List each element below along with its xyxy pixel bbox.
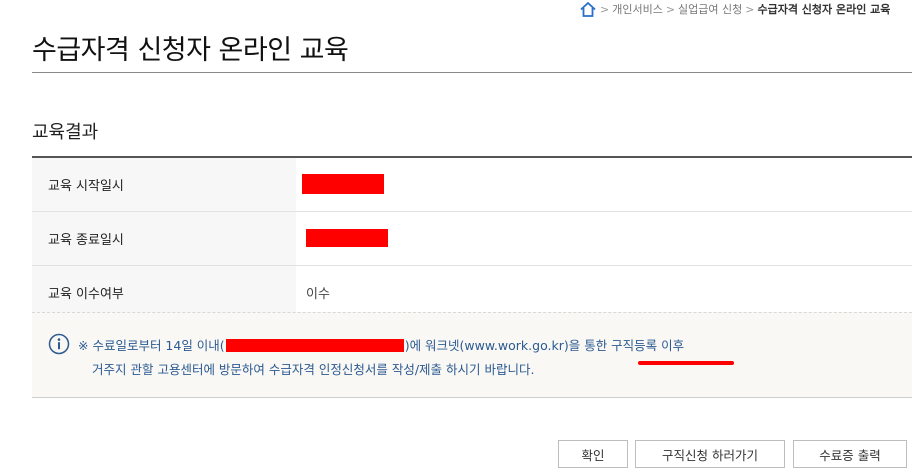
info-icon (48, 333, 70, 355)
notice-box: ※ 수료일로부터 14일 이내( )에 워크넷(www.work.go.kr)을 … (32, 312, 912, 398)
title-divider (32, 72, 912, 73)
breadcrumb-item-unemployment[interactable]: 실업급여 신청 (678, 1, 742, 17)
start-time-value (296, 158, 912, 211)
confirm-button[interactable]: 확인 (558, 440, 628, 468)
breadcrumb-separator: > (600, 2, 610, 16)
job-apply-button[interactable]: 구직신청 하러가기 (635, 440, 785, 468)
notice-suffix: )에 워크넷(www.work.go.kr)을 통한 구직등록 이후 (404, 338, 685, 353)
breadcrumb-item-personal[interactable]: 개인서비스 (612, 1, 663, 17)
notice-line-1: ※ 수료일로부터 14일 이내( )에 워크넷(www.work.go.kr)을 … (78, 335, 684, 354)
notice-line-2: 거주지 관할 고용센터에 방문하여 수급자격 인정신청서를 작성/제출 하시기 … (92, 362, 535, 377)
notice-prefix: ※ 수료일로부터 14일 이내( (78, 338, 225, 353)
highlight-underline (638, 361, 734, 365)
table-row: 교육 시작일시 (32, 158, 912, 212)
page-title: 수급자격 신청자 온라인 교육 (32, 35, 349, 66)
breadcrumb-current: 수급자격 신청자 온라인 교육 (757, 3, 891, 16)
certificate-print-button[interactable]: 수료증 출력 (793, 440, 907, 468)
end-time-value (296, 212, 912, 265)
breadcrumb: > 개인서비스 > 실업급여 신청 > 수급자격 신청자 온라인 교육 (580, 0, 917, 18)
breadcrumb-separator: > (745, 2, 755, 16)
breadcrumb-separator: > (665, 2, 676, 16)
home-icon[interactable] (580, 1, 596, 17)
start-time-label: 교육 시작일시 (32, 158, 296, 211)
action-buttons: 확인 구직신청 하러가기 수료증 출력 (0, 440, 917, 470)
result-table: 교육 시작일시 교육 종료일시 교육 이수여부 이수 (32, 156, 912, 320)
redaction-mark (225, 339, 404, 352)
table-row: 교육 종료일시 (32, 212, 912, 266)
end-time-label: 교육 종료일시 (32, 212, 296, 265)
section-title: 교육결과 (32, 122, 99, 143)
redaction-mark (302, 174, 384, 194)
redaction-mark (306, 229, 388, 247)
